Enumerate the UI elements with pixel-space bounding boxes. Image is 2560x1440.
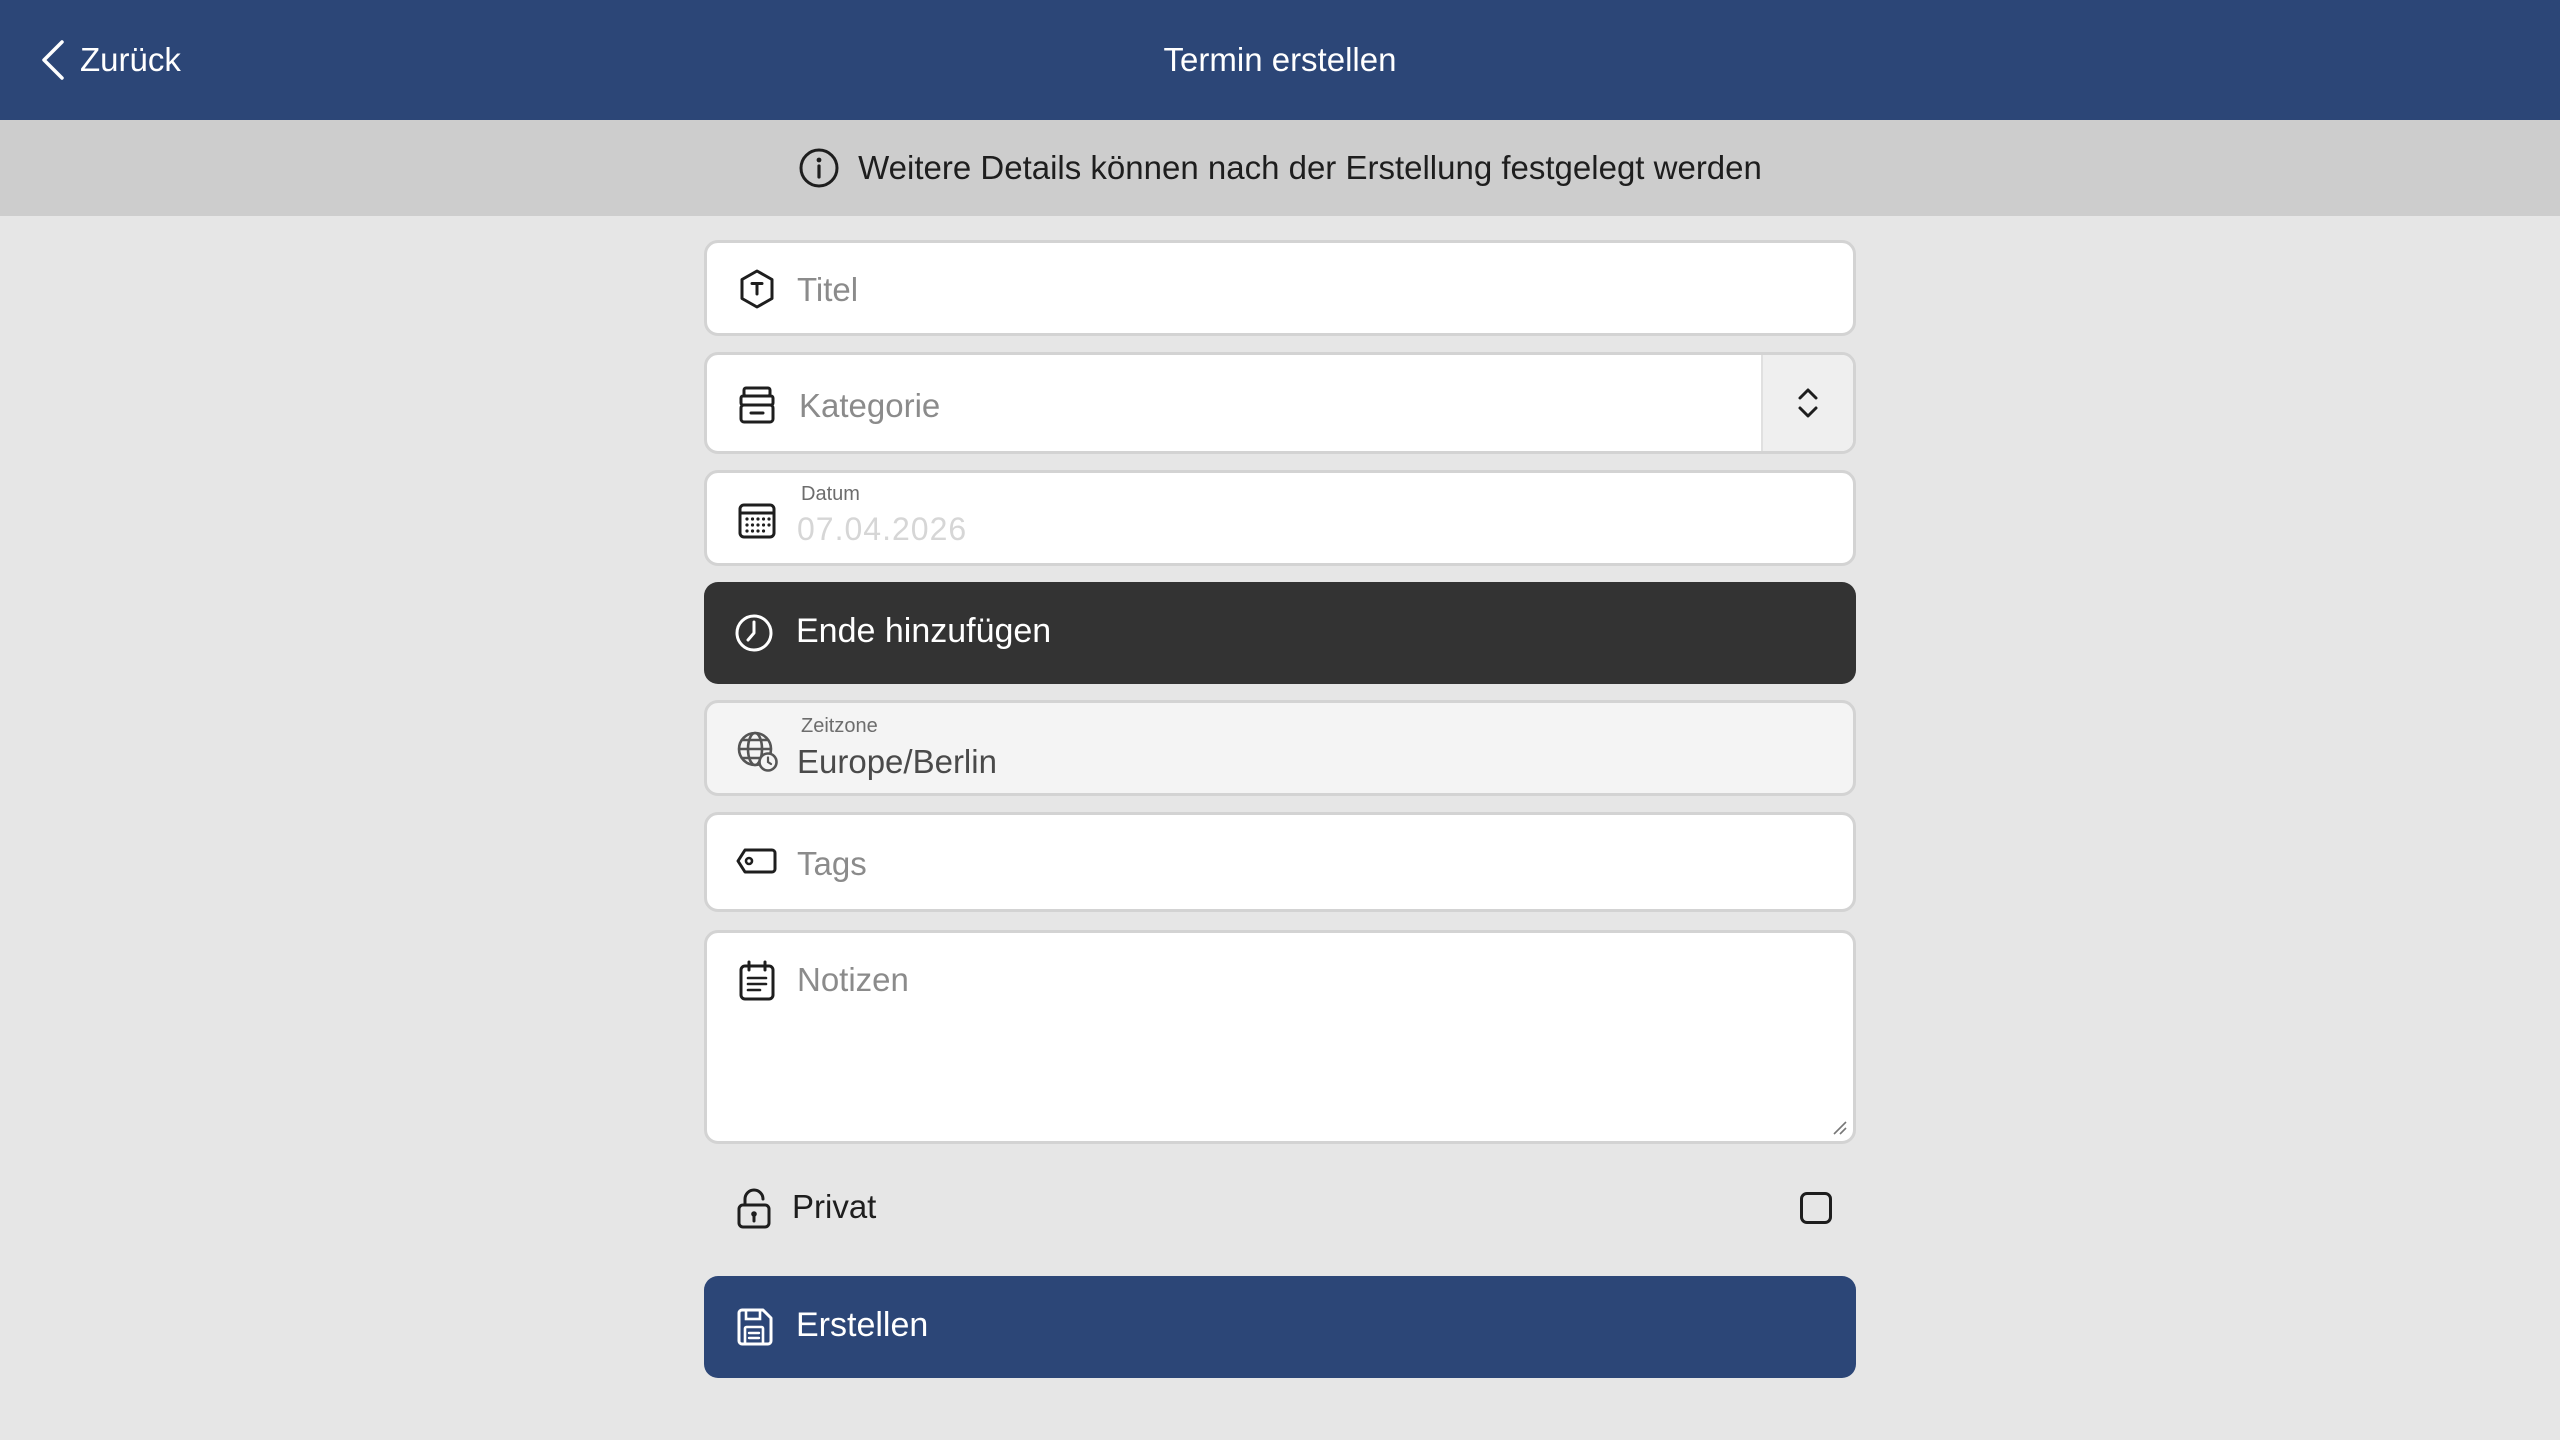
notes-textarea[interactable]: Notizen [704,930,1856,1144]
info-banner: Weitere Details können nach der Erstellu… [0,120,2560,216]
category-stepper-button[interactable] [1761,355,1853,451]
page-title: Termin erstellen [1163,41,1397,78]
private-label: Privat [792,1188,877,1225]
info-text: Weitere Details können nach der Erstellu… [858,149,1762,186]
timezone-label: Zeitzone [801,715,878,737]
tag-icon [736,848,777,874]
date-field[interactable]: Datum 07.04.2026 [704,470,1856,566]
tags-placeholder: Tags [797,845,867,882]
top-bar: Zurück Termin erstellen [0,0,2560,120]
date-label: Datum [801,483,860,505]
private-row: Privat [704,1162,1856,1252]
timezone-value: Europe/Berlin [797,743,997,780]
back-button[interactable]: Zurück [40,30,181,90]
info-icon [799,148,839,188]
clock-icon [735,614,773,652]
title-field[interactable]: Titel [704,240,1856,336]
archive-box-icon [739,386,775,424]
resize-handle-icon[interactable] [1831,1119,1847,1135]
create-button[interactable]: Erstellen [704,1276,1856,1378]
private-checkbox[interactable] [1800,1192,1832,1224]
timezone-field[interactable]: Zeitzone Europe/Berlin [704,700,1856,796]
add-end-button[interactable]: Ende hinzufügen [704,582,1856,684]
lock-icon [737,1188,771,1229]
globe-clock-icon [737,731,778,772]
title-tag-icon [740,269,774,309]
date-value: 07.04.2026 [797,511,968,547]
create-label: Erstellen [796,1306,929,1344]
notes-calendar-icon [739,960,775,1001]
category-select[interactable]: Kategorie [704,352,1856,454]
add-end-label: Ende hinzufügen [796,612,1052,650]
chevron-left-icon [42,40,64,80]
notes-placeholder: Notizen [797,961,909,998]
chevron-up-down-icon [1798,388,1818,418]
tags-field[interactable]: Tags [704,812,1856,912]
back-label: Zurück [80,41,181,78]
save-icon [737,1308,773,1346]
title-placeholder: Titel [797,271,859,308]
category-placeholder: Kategorie [799,387,941,424]
calendar-icon [738,503,776,539]
